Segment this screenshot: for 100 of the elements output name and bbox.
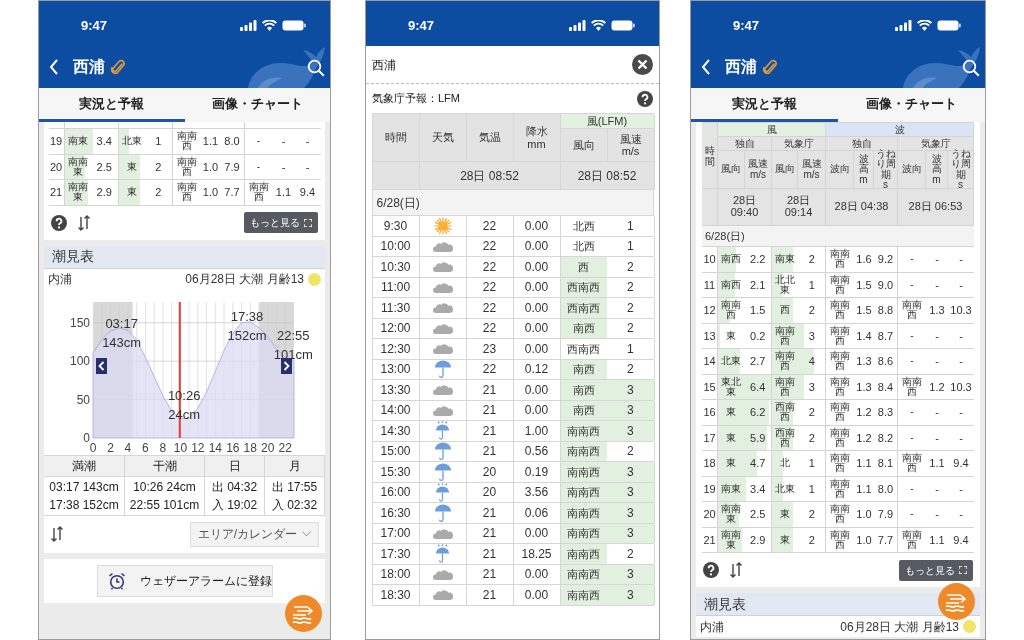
more-button[interactable]: もっと見る	[899, 559, 973, 581]
table-cell: 21	[466, 400, 514, 420]
table-cell-text: 南南西	[566, 423, 602, 439]
table-cell-text: 2.2	[749, 252, 767, 267]
table-cell-text: 2	[625, 320, 635, 338]
table-cell-text: 1.0	[855, 532, 873, 548]
column-header: 時間	[702, 123, 718, 189]
table-cell-text: 9.4	[952, 532, 970, 548]
table-cell-text: 南南西	[829, 451, 851, 476]
table-cell-text: 南西	[720, 277, 743, 292]
cloud-icon	[432, 281, 453, 293]
column-header: 波向	[826, 151, 854, 189]
help-icon	[637, 90, 653, 107]
table-cell-text: 南南西	[720, 298, 743, 323]
table-cell: 8.7	[874, 323, 898, 348]
status-time: 9:47	[733, 16, 760, 35]
chart-prev-button[interactable]	[96, 357, 107, 374]
weather-alarm-button[interactable]: ウェザーアラームに登録	[96, 564, 273, 597]
area-calendar-dropdown[interactable]: エリア/カレンダー	[189, 521, 319, 547]
table-cell-text: 2	[625, 361, 635, 379]
column-header: うねり周期 s	[948, 151, 974, 189]
tide-label: 03:17	[105, 315, 138, 331]
table-cell-text: 3	[807, 379, 816, 395]
table-cell: 0.19	[513, 462, 561, 482]
table-cell-text: 4.7	[749, 456, 767, 471]
table-cell: 18:30	[372, 585, 420, 605]
paperclip-icon	[763, 58, 777, 76]
search-button[interactable]	[961, 58, 981, 78]
table-cell: 0.56	[513, 441, 561, 461]
wifi-icon	[591, 20, 606, 31]
table-cell-text: 2	[807, 303, 816, 318]
status-time: 9:47	[408, 16, 435, 35]
table-cell: 0.06	[513, 503, 561, 523]
chart-next-button[interactable]	[281, 357, 292, 374]
sun-icon	[433, 216, 452, 235]
table-cell-text: 1	[807, 456, 816, 471]
table-cell-text: 東	[725, 328, 738, 343]
table-cell-text: -	[280, 134, 287, 149]
table-cell-text: 17:38 152cm	[49, 496, 119, 514]
axis-label: 0	[89, 440, 97, 455]
table-cell: 7.7	[220, 180, 245, 205]
place-label: 内浦	[48, 271, 72, 288]
table-cell: 10:30	[372, 257, 420, 277]
table-cell: 22	[466, 216, 514, 236]
table-cell-text: 南南西	[901, 374, 923, 399]
table-cell: 22	[466, 236, 514, 256]
table-cell-text: 4	[807, 354, 816, 369]
table-cell: 11:30	[372, 298, 420, 318]
tab[interactable]: 画像・チャート	[838, 88, 985, 122]
table-cell-text: 3	[625, 484, 635, 502]
table-cell: 13:30	[372, 380, 420, 400]
more-button[interactable]: もっと見る	[244, 212, 318, 233]
close-button[interactable]	[632, 54, 653, 75]
table-cell: 28日 08:52	[419, 162, 561, 190]
table-cell-text: -	[255, 134, 262, 149]
table-cell-text: 2	[807, 430, 816, 446]
table-cell-text: -	[304, 159, 311, 175]
axis-label: 16	[226, 440, 240, 455]
table-cell-text: 1.3	[855, 354, 873, 369]
tab[interactable]: 画像・チャート	[184, 88, 330, 122]
table-cell-text: 南南西	[774, 349, 797, 374]
table-cell-text: 南南東	[720, 502, 743, 527]
table-cell: 9.0	[874, 272, 898, 297]
table-cell-text: 1.2	[928, 379, 946, 395]
axis-label: 150	[69, 315, 90, 330]
column-header: 月	[265, 455, 325, 477]
column-header: 風	[718, 123, 826, 137]
table-cell: 28日 04:38	[826, 189, 898, 226]
table-cell-text: -	[934, 252, 940, 267]
table-cell-text: 南南西	[247, 180, 270, 205]
table-cell: 17:30	[372, 544, 420, 564]
table-cell-text: 出 04:32	[211, 478, 258, 496]
table-cell: 28日 08:52	[560, 162, 655, 190]
column-header: 満潮	[44, 455, 125, 477]
table-cell-text: 南西	[571, 403, 596, 418]
table-cell: 16:30	[372, 503, 420, 523]
table-cell-text: 3.4	[749, 481, 767, 497]
table-cell-text: 1.1	[201, 134, 220, 149]
table-cell-text: 入 02:32	[271, 496, 318, 514]
status-time: 9:47	[81, 16, 108, 35]
table-cell-text: 2	[154, 159, 163, 175]
cloud-icon	[432, 240, 453, 252]
table-cell-text: 南南西	[829, 425, 851, 450]
sort-arrows-icon	[50, 525, 64, 543]
table-cell-text: 南南東	[66, 154, 89, 179]
table-cell-text: -	[909, 328, 915, 343]
axis-label: 4	[124, 440, 132, 455]
table-cell-text: 1.5	[855, 303, 873, 318]
table-cell: 0.00	[513, 585, 561, 605]
search-button[interactable]	[306, 58, 326, 78]
table-cell-text: 南南西	[566, 464, 602, 480]
table-cell: 21	[466, 523, 514, 543]
help-icon	[51, 214, 67, 231]
section-header: 潮見表	[44, 245, 325, 269]
table-cell: 18:00	[372, 564, 420, 584]
table-cell: 0.00	[513, 400, 561, 420]
table-cell-text: 2.9	[749, 532, 767, 548]
table-cell-text: 南西	[571, 362, 596, 377]
axis-label: 0	[83, 430, 90, 445]
moon-icon	[308, 272, 321, 286]
